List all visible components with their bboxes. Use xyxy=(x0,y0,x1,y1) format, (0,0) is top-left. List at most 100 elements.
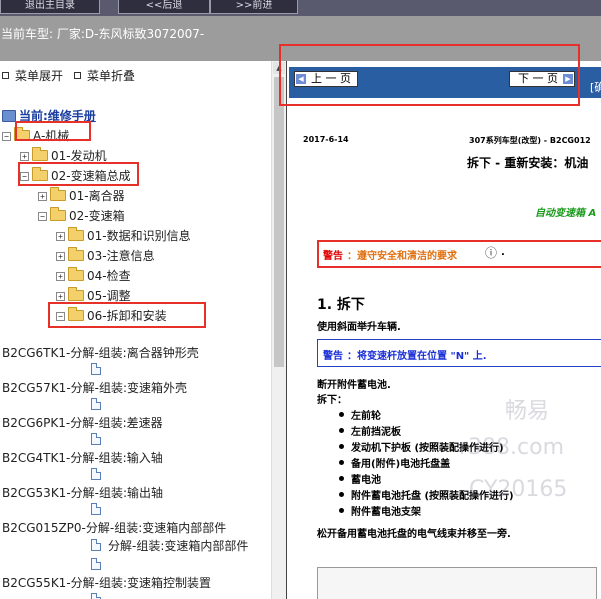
danger-text: ：遵守安全和清洁的要求 xyxy=(347,251,457,262)
expand-icon: + xyxy=(56,232,65,241)
tree-doc-clutch-housing[interactable]: B2CG6TK1-分解-组装:离合器钟形壳 xyxy=(2,344,199,362)
expand-icon: + xyxy=(20,152,29,161)
tree-doc-internal-parts[interactable]: B2CG015ZP0-分解-组装:变速箱内部部件 xyxy=(2,519,226,537)
scrollbar-thumb[interactable] xyxy=(274,77,284,367)
doc-step-2: 断开附件蓄电池. xyxy=(317,380,391,391)
collapse-icon: − xyxy=(38,212,47,221)
collapse-icon: − xyxy=(56,312,65,321)
folder-open-icon xyxy=(68,307,84,321)
top-toolbar: 退出主目录 <<后退 >>前进 xyxy=(0,0,601,16)
doc-date: 2017-6-14 xyxy=(303,135,349,144)
bullet-icon xyxy=(339,476,344,481)
tree-scrollbar[interactable]: ▲ xyxy=(271,61,286,599)
next-page-button[interactable]: 下 一 页 ▶ xyxy=(509,71,575,87)
expand-all-label: 菜单展开 xyxy=(15,69,64,83)
doc-bullet: 左前轮 xyxy=(351,411,381,422)
folder-icon xyxy=(68,227,84,241)
doc-step-1: 使用斜面举升车辆. xyxy=(317,322,401,333)
arrow-right-icon: ▶ xyxy=(563,74,573,84)
tree-node-removal-install[interactable]: − 06-拆卸和安装 xyxy=(56,307,167,325)
tree-node-clutch[interactable]: +01-离合器 xyxy=(38,187,125,205)
doc-green-label: 自动变速箱 A xyxy=(535,208,597,219)
tree-doc-control-device[interactable]: B2CG55K1-分解-组装:变速箱控制装置 xyxy=(2,574,211,592)
info-icon[interactable]: ⓘ xyxy=(485,244,497,261)
tree-node-gearbox[interactable]: − 02-变速箱 xyxy=(38,207,125,225)
document-icon[interactable] xyxy=(91,503,101,515)
tree-node-data-id[interactable]: +01-数据和识别信息 xyxy=(56,227,191,245)
bullet-icon xyxy=(339,412,344,417)
document-icon[interactable] xyxy=(91,593,101,599)
expand-icon: + xyxy=(56,272,65,281)
bullet-icon xyxy=(339,428,344,433)
expand-icon: + xyxy=(38,192,47,201)
prev-page-label: 上 一 页 xyxy=(311,72,351,85)
danger-tail: . xyxy=(501,247,505,258)
folder-open-icon xyxy=(32,167,48,181)
note-label: 警告 xyxy=(323,351,343,362)
document-icon[interactable] xyxy=(91,398,101,410)
tree-doc-output-shaft[interactable]: B2CG53K1-分解-组装:输出轴 xyxy=(2,484,163,502)
exit-main-menu-button[interactable]: 退出主目录 xyxy=(0,0,100,14)
document-icon[interactable] xyxy=(91,558,101,570)
tree-node-label: 02-变速箱总成 xyxy=(51,169,131,183)
arrow-left-icon: ◀ xyxy=(296,74,306,84)
tree-doc-differential[interactable]: B2CG6PK1-分解-组装:差速器 xyxy=(2,414,163,432)
tree-node-notes[interactable]: +03-注意信息 xyxy=(56,247,155,265)
folder-icon xyxy=(68,287,84,301)
vehicle-label: 当前车型: 厂家:D-东风标致3072007- xyxy=(1,27,205,41)
expand-icon: + xyxy=(56,292,65,301)
doc-step-3: 拆下： xyxy=(317,395,347,406)
doc-bullet: 蓄电池 xyxy=(351,475,381,486)
danger-label: 警告 xyxy=(323,251,343,262)
document-content: 2017-6-14 307系列车型(改型) - B2CG012 拆下 - 重新安… xyxy=(289,99,601,599)
confirm-label[interactable]: [确 xyxy=(590,79,601,95)
figure-image xyxy=(317,567,597,599)
bullet-icon xyxy=(339,492,344,497)
tree-doc-gearbox-housing[interactable]: B2CG57K1-分解-组装:变速箱外壳 xyxy=(2,379,187,397)
collapse-all-button[interactable]: 菜单折叠 xyxy=(74,67,135,84)
doc-step-4: 松开备用蓄电池托盘的电气线束并移至一旁. xyxy=(317,529,511,540)
collapse-all-icon xyxy=(74,72,81,79)
collapse-icon: − xyxy=(20,172,29,181)
expand-all-button[interactable]: 菜单展开 xyxy=(2,67,63,84)
collapse-all-label: 菜单折叠 xyxy=(87,69,136,83)
document-icon[interactable] xyxy=(91,433,101,445)
tree-node-adjust[interactable]: +05-调整 xyxy=(56,287,131,305)
doc-bullet: 附件蓄电池支架 xyxy=(351,507,421,518)
back-button[interactable]: <<后退 xyxy=(118,0,210,14)
folder-icon xyxy=(68,247,84,261)
tree-doc-input-shaft[interactable]: B2CG4TK1-分解-组装:输入轴 xyxy=(2,449,163,467)
tree-node-gearbox-assembly[interactable]: − 02-变速箱总成 xyxy=(20,167,131,185)
tree-node-label: A-机械 xyxy=(33,129,70,143)
vehicle-bar: 当前车型: 厂家:D-东风标致3072007- xyxy=(0,16,601,61)
tree-node-check[interactable]: +04-检查 xyxy=(56,267,131,285)
document-icon[interactable] xyxy=(91,539,101,551)
tree-node-engine[interactable]: +01-发动机 xyxy=(20,147,107,165)
prev-page-button[interactable]: ◀ 上 一 页 xyxy=(294,71,358,87)
doc-section-title: 1. 拆下 xyxy=(317,297,365,313)
forward-button[interactable]: >>前进 xyxy=(210,0,298,14)
tree-node-label: 06-拆卸和安装 xyxy=(87,309,167,323)
document-icon[interactable] xyxy=(91,363,101,375)
bullet-icon xyxy=(339,444,344,449)
tree-node-label: 01-数据和识别信息 xyxy=(87,229,191,243)
next-page-label: 下 一 页 xyxy=(518,72,558,85)
expand-all-icon xyxy=(2,72,9,79)
tree-current-manual[interactable]: 当前:维修手册 xyxy=(2,107,96,125)
tree-node-label: 01-发动机 xyxy=(51,149,107,163)
tree-node-mechanical[interactable]: − A-机械 xyxy=(2,127,69,145)
folder-open-icon xyxy=(14,127,30,141)
tree-current-manual-label: 当前:维修手册 xyxy=(19,109,96,123)
doc-bullet: 左前挡泥板 xyxy=(351,427,401,438)
scroll-up-arrow-icon[interactable]: ▲ xyxy=(273,62,285,74)
watermark-text: CY20165 xyxy=(469,477,568,502)
tree-node-label: 02-变速箱 xyxy=(69,209,125,223)
tree-doc-internal-parts-sub[interactable]: 分解-组装:变速箱内部部件 xyxy=(108,537,248,555)
note-text: ：将变速杆放置在位置 "N" 上. xyxy=(347,351,487,362)
document-icon[interactable] xyxy=(91,468,101,480)
folder-icon xyxy=(68,267,84,281)
doc-bullet: 备用(附件)电池托盘盖 xyxy=(351,459,451,470)
expand-icon: + xyxy=(56,252,65,261)
manual-book-icon xyxy=(2,110,16,122)
document-pane: ◀ 上 一 页 下 一 页 ▶ [确 2017-6-14 307系列车型(改型)… xyxy=(286,61,601,599)
